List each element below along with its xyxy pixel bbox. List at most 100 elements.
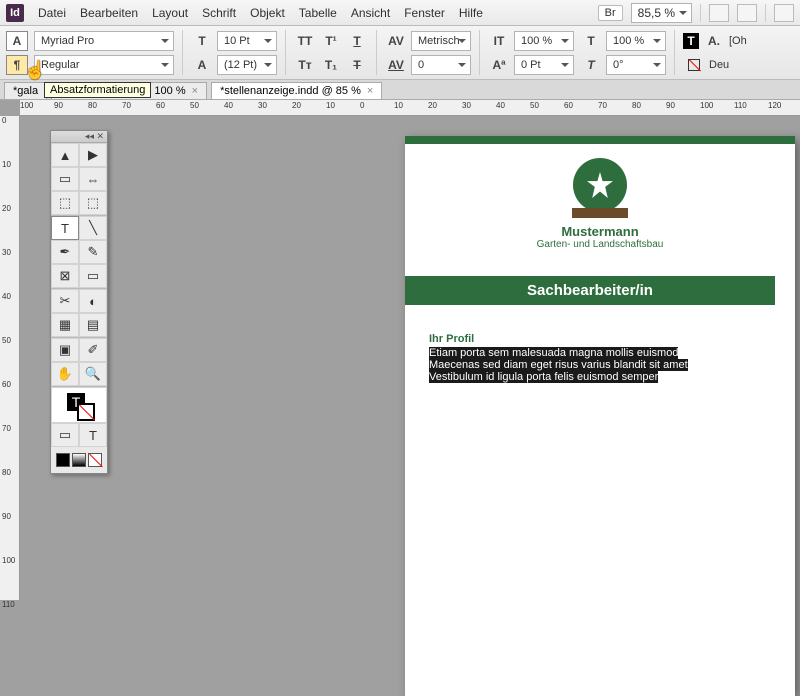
content-placer-tool[interactable]: ⬚ [79, 191, 107, 215]
company-logo-icon [573, 158, 627, 212]
format-text-icon[interactable]: T [79, 423, 107, 447]
font-style-dropdown[interactable]: Regular [34, 55, 174, 75]
job-title-banner: Sachbearbeiter/in [405, 276, 775, 305]
font-size-icon: T [191, 31, 213, 51]
menu-schrift[interactable]: Schrift [202, 6, 236, 20]
gap-tool[interactable]: ⇔ [79, 167, 107, 191]
document-tabbar: *gala lenanzeige.indd @ 100 %× *stellena… [0, 80, 800, 100]
type-tool[interactable]: T [51, 216, 79, 240]
stroke-color-icon[interactable] [683, 55, 705, 75]
fill-color-icon[interactable]: T [683, 33, 699, 49]
fill-stroke-proxy[interactable]: T [51, 387, 107, 423]
apply-color-icon[interactable] [56, 453, 70, 467]
note-tool[interactable]: ▣ [51, 338, 79, 362]
rect-frame-tool[interactable]: ⊠ [51, 264, 79, 288]
close-icon[interactable]: × [192, 85, 198, 97]
gradient-feather-tool[interactable]: ▤ [79, 313, 107, 337]
leading-dropdown[interactable]: (12 Pt) [217, 55, 277, 75]
skew-dropdown[interactable]: 0° [606, 55, 666, 75]
baseline-icon: Aª [488, 55, 510, 75]
page-tool[interactable]: ▭ [51, 167, 79, 191]
menu-datei[interactable]: Datei [38, 6, 66, 20]
format-container-icon[interactable]: ▭ [51, 423, 79, 447]
hand-tool[interactable]: ✋ [51, 362, 79, 386]
tracking-dropdown[interactable]: 0 [411, 55, 471, 75]
menu-fenster[interactable]: Fenster [404, 6, 445, 20]
ribbon-icon [572, 208, 628, 218]
apply-gradient-icon[interactable] [72, 453, 86, 467]
cursor-icon [24, 60, 42, 82]
smallcaps-icon[interactable]: Tᴛ [294, 55, 316, 75]
menu-bar: Id Datei Bearbeiten Layout Schrift Objek… [0, 0, 800, 26]
tooltip-absatzformatierung: Absatzformatierung [44, 82, 151, 98]
eyedropper-tool[interactable]: ✐ [79, 338, 107, 362]
color-apply-row [51, 447, 107, 473]
zoom-tool[interactable]: 🔍 [79, 362, 107, 386]
underline-icon[interactable]: T [346, 31, 368, 51]
ruler-vertical: 0102030405060708090100110 [0, 116, 20, 600]
screen-mode-icon[interactable] [774, 4, 794, 22]
strikethrough-icon[interactable]: T [346, 55, 368, 75]
tracking-icon: AV [385, 55, 407, 75]
page-body[interactable]: Ihr Profil Etiam porta sem malesuada mag… [405, 305, 795, 411]
bridge-button[interactable]: Br [598, 5, 623, 21]
charstyle-icon[interactable]: A. [703, 31, 725, 51]
allcaps-icon[interactable]: TT [294, 31, 316, 51]
superscript-icon[interactable]: T¹ [320, 31, 342, 51]
app-logo: Id [6, 4, 24, 22]
selection-tool[interactable]: ▲ [51, 143, 79, 167]
lang-label: Deu [709, 59, 729, 71]
baseline-dropdown[interactable]: 0 Pt [514, 55, 574, 75]
menu-tabelle[interactable]: Tabelle [299, 6, 337, 20]
view-mode-1-icon[interactable] [709, 4, 729, 22]
profile-heading: Ihr Profil [429, 333, 771, 345]
menu-hilfe[interactable]: Hilfe [459, 6, 483, 20]
tab-stellenanzeige[interactable]: *stellenanzeige.indd @ 85 %× [211, 82, 382, 99]
content-collector-tool[interactable]: ⬚ [51, 191, 79, 215]
hscale-icon: T [580, 31, 602, 51]
document-page[interactable]: Mustermann Garten- und Landschaftsbau Sa… [405, 136, 795, 696]
apply-none-icon[interactable] [88, 453, 102, 467]
canvas[interactable]: ◂◂ ✕ ▲ ▶ ▭ ⇔ ⬚ ⬚ T ╲ ✒ ✎ ⊠ ▭ ✂ ◐ ▦ ▤ [20, 116, 800, 600]
skew-icon: T [580, 55, 602, 75]
subscript-icon[interactable]: T₁ [320, 55, 342, 75]
transform-tool[interactable]: ◐ [79, 289, 107, 313]
font-family-dropdown[interactable]: Myriad Pro [34, 31, 174, 51]
leading-icon: A [191, 55, 213, 75]
company-name: Mustermann [405, 224, 795, 239]
vscale-icon: IT [488, 31, 510, 51]
work-area: 1009080706050403020100102030405060708090… [0, 100, 800, 600]
scissors-tool[interactable]: ✂ [51, 289, 79, 313]
rectangle-tool[interactable]: ▭ [79, 264, 107, 288]
pencil-tool[interactable]: ✎ [79, 240, 107, 264]
tab-gala[interactable]: *gala [4, 82, 47, 99]
pen-tool[interactable]: ✒ [51, 240, 79, 264]
direct-selection-tool[interactable]: ▶ [79, 143, 107, 167]
view-mode-2-icon[interactable] [737, 4, 757, 22]
page-top-bar [405, 136, 795, 144]
menu-objekt[interactable]: Objekt [250, 6, 285, 20]
line-tool[interactable]: ╲ [79, 216, 107, 240]
font-size-dropdown[interactable]: 10 Pt [217, 31, 277, 51]
company-tagline: Garten- und Landschaftsbau [405, 239, 795, 250]
menu-layout[interactable]: Layout [152, 6, 188, 20]
hscale-dropdown[interactable]: 100 % [606, 31, 666, 51]
menu-ansicht[interactable]: Ansicht [351, 6, 390, 20]
panel-collapse-icon[interactable]: ◂◂ ✕ [51, 131, 107, 143]
selected-text-line[interactable]: Maecenas sed diam eget risus varius blan… [429, 359, 771, 371]
charstyle-value: [Oh [729, 35, 747, 47]
page-logo-area: Mustermann Garten- und Landschaftsbau [405, 144, 795, 258]
kerning-dropdown[interactable]: Metrisch [411, 31, 471, 51]
tools-panel[interactable]: ◂◂ ✕ ▲ ▶ ▭ ⇔ ⬚ ⬚ T ╲ ✒ ✎ ⊠ ▭ ✂ ◐ ▦ ▤ [50, 130, 108, 474]
close-icon[interactable]: × [367, 85, 373, 97]
vscale-dropdown[interactable]: 100 % [514, 31, 574, 51]
ruler-horizontal: 1009080706050403020100102030405060708090… [20, 100, 800, 116]
kerning-icon: AV [385, 31, 407, 51]
selected-text-line[interactable]: Vestibulum id ligula porta felis euismod… [429, 371, 771, 383]
control-bar: A ¶ Myriad Pro Regular T10 Pt A(12 Pt) T… [0, 26, 800, 80]
char-format-toggle[interactable]: A [6, 31, 28, 51]
gradient-swatch-tool[interactable]: ▦ [51, 313, 79, 337]
menu-bearbeiten[interactable]: Bearbeiten [80, 6, 138, 20]
selected-text-line[interactable]: Etiam porta sem malesuada magna mollis e… [429, 347, 771, 359]
zoom-dropdown[interactable]: 85,5 % [631, 3, 692, 23]
